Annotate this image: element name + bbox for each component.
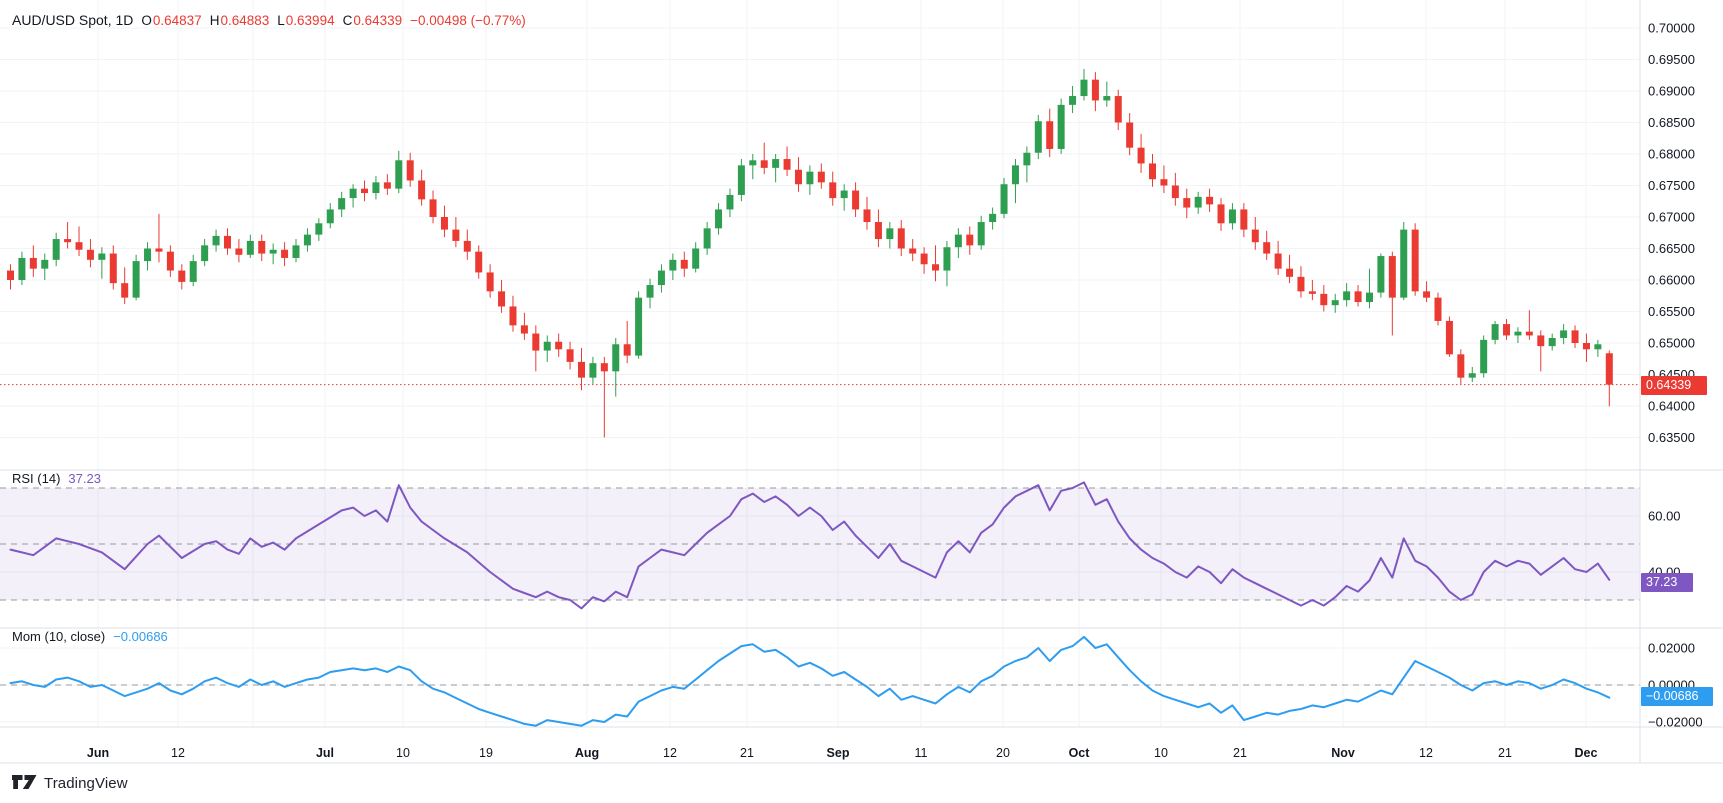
svg-text:Nov: Nov bbox=[1331, 746, 1355, 760]
close-value: C0.64339 bbox=[343, 13, 403, 28]
chart-canvas[interactable]: 0.70000 0.69500 0.69000 0.68500 0.68000 0.675… bbox=[0, 0, 1723, 803]
svg-text:Jun: Jun bbox=[87, 746, 109, 760]
svg-text:12: 12 bbox=[171, 746, 185, 760]
high-value: H0.64883 bbox=[210, 13, 270, 28]
trading-chart-app: 0.70000 0.69500 0.69000 0.68500 0.68000 0.675… bbox=[0, 0, 1723, 803]
tradingview-logo-icon bbox=[12, 774, 37, 792]
svg-text:0.67000: 0.67000 bbox=[1648, 210, 1695, 225]
svg-text:12: 12 bbox=[1419, 746, 1433, 760]
rsi-title[interactable]: RSI (14) bbox=[12, 471, 60, 486]
svg-text:0.66000: 0.66000 bbox=[1648, 273, 1695, 288]
tradingview-logo[interactable]: TradingView bbox=[12, 774, 128, 792]
svg-text:0.69500: 0.69500 bbox=[1648, 52, 1695, 67]
svg-text:0.64000: 0.64000 bbox=[1648, 399, 1695, 414]
rsi-last-value-badge: 37.23 bbox=[1641, 573, 1693, 592]
svg-text:60.00: 60.00 bbox=[1648, 509, 1681, 524]
svg-text:10: 10 bbox=[396, 746, 410, 760]
svg-text:Dec: Dec bbox=[1575, 746, 1598, 760]
svg-text:0.70000: 0.70000 bbox=[1648, 21, 1695, 36]
svg-text:0.02000: 0.02000 bbox=[1648, 641, 1695, 656]
svg-text:12: 12 bbox=[663, 746, 677, 760]
last-price-badge: 0.64339 bbox=[1641, 376, 1707, 395]
svg-text:Jul: Jul bbox=[316, 746, 334, 760]
rsi-value: 37.23 bbox=[68, 471, 101, 486]
symbol-ohlc-legend[interactable]: AUD/USD Spot, 1D O0.64837 H0.64883 L0.63… bbox=[12, 12, 526, 28]
svg-text:Aug: Aug bbox=[575, 746, 599, 760]
svg-text:0.68500: 0.68500 bbox=[1648, 115, 1695, 130]
svg-text:11: 11 bbox=[915, 746, 928, 760]
svg-text:−0.02000: −0.02000 bbox=[1648, 715, 1703, 730]
tradingview-logo-text: TradingView bbox=[44, 775, 128, 792]
rsi-indicator-legend[interactable]: RSI (14) 37.23 bbox=[12, 471, 101, 486]
svg-text:0.69000: 0.69000 bbox=[1648, 84, 1695, 99]
momentum-indicator-legend[interactable]: Mom (10, close) −0.00686 bbox=[12, 629, 168, 644]
svg-text:Oct: Oct bbox=[1069, 746, 1091, 760]
svg-text:0.68000: 0.68000 bbox=[1648, 147, 1695, 162]
svg-text:0.66500: 0.66500 bbox=[1648, 241, 1695, 256]
svg-text:0.65500: 0.65500 bbox=[1648, 304, 1695, 319]
low-value: L0.63994 bbox=[277, 13, 334, 28]
momentum-value: −0.00686 bbox=[113, 629, 168, 644]
symbol-title[interactable]: AUD/USD Spot, 1D bbox=[12, 12, 133, 28]
svg-text:20: 20 bbox=[996, 746, 1010, 760]
svg-text:0.65000: 0.65000 bbox=[1648, 336, 1695, 351]
svg-text:Sep: Sep bbox=[827, 746, 850, 760]
svg-text:21: 21 bbox=[740, 746, 754, 760]
svg-text:21: 21 bbox=[1498, 746, 1512, 760]
svg-text:10: 10 bbox=[1154, 746, 1168, 760]
momentum-last-value-badge: −0.00686 bbox=[1641, 687, 1713, 706]
svg-text:0.63500: 0.63500 bbox=[1648, 430, 1695, 445]
svg-text:21: 21 bbox=[1233, 746, 1247, 760]
svg-text:19: 19 bbox=[479, 746, 493, 760]
change-value: −0.00498 (−0.77%) bbox=[410, 13, 526, 28]
svg-text:0.67500: 0.67500 bbox=[1648, 178, 1695, 193]
open-value: O0.64837 bbox=[141, 13, 201, 28]
momentum-title[interactable]: Mom (10, close) bbox=[12, 629, 105, 644]
